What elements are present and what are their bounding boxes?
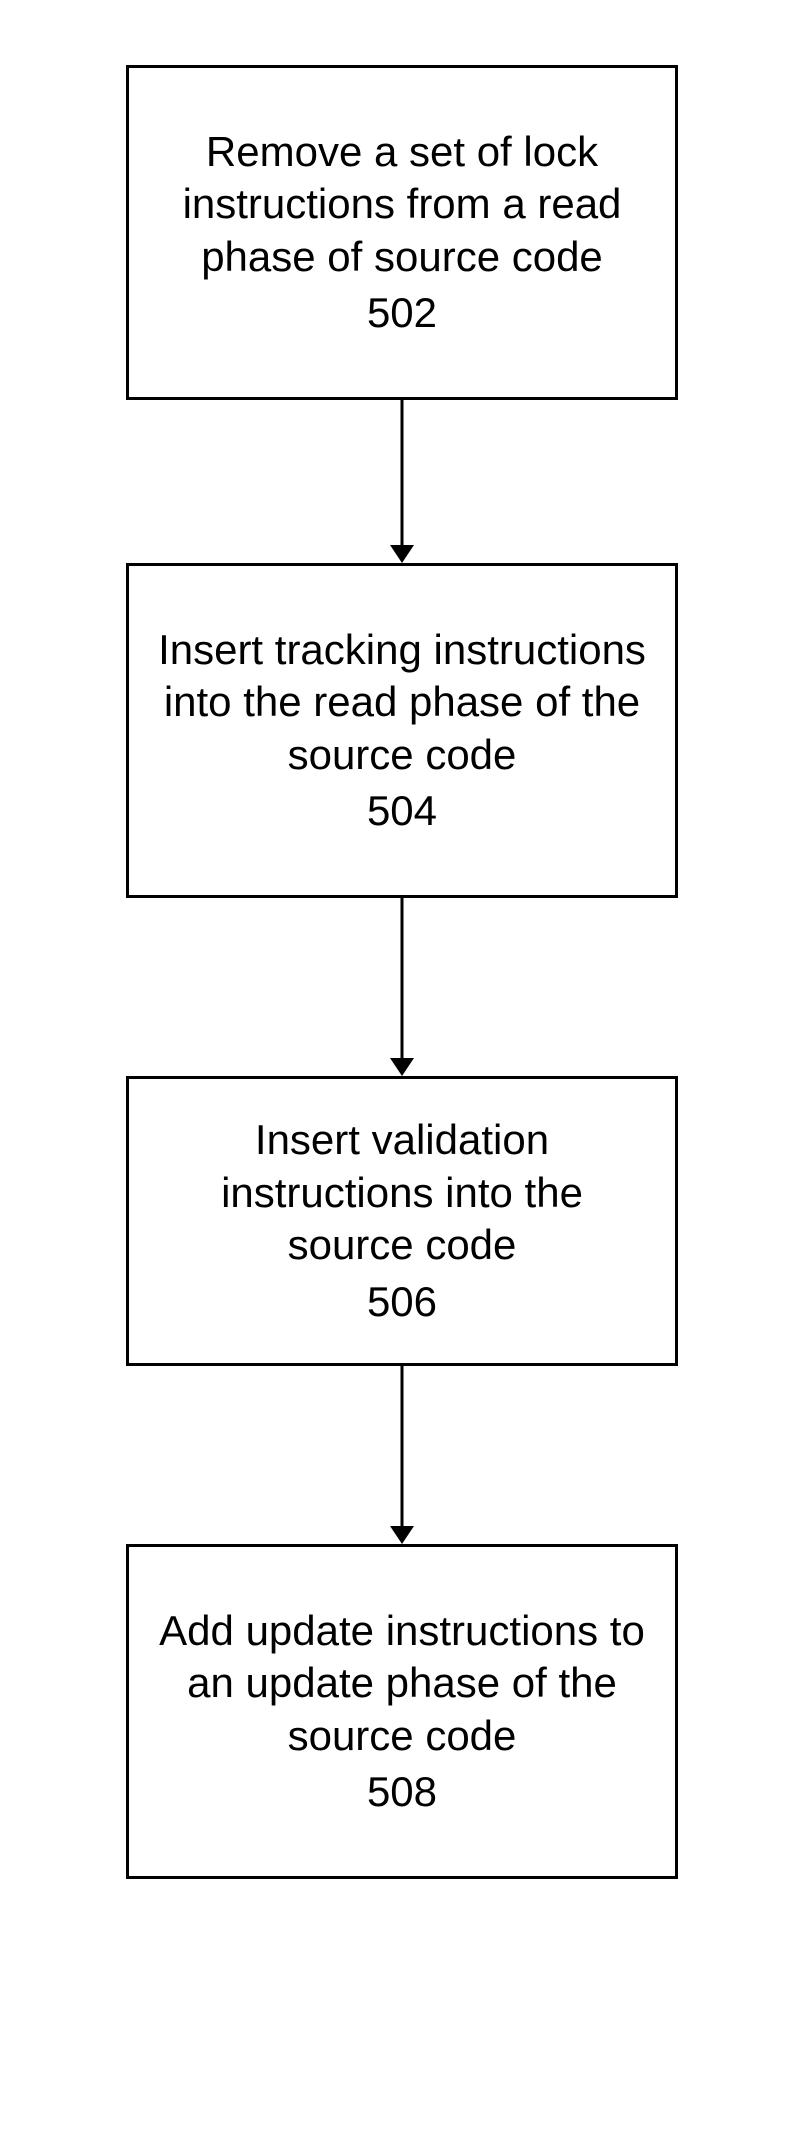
flow-step-502: Remove a set of lock instructions from a… (126, 65, 678, 400)
flow-step-508: Add update instructions to an update pha… (126, 1544, 678, 1879)
flow-step-506: Insert validation instructions into the … (126, 1076, 678, 1366)
flow-arrowhead-icon (390, 1058, 414, 1076)
flow-arrow (401, 400, 404, 545)
flow-step-number: 504 (367, 785, 437, 838)
flow-step-text: Insert tracking instructions into the re… (153, 624, 651, 782)
flow-step-number: 502 (367, 287, 437, 340)
flowchart-container: Remove a set of lock instructions from a… (0, 0, 804, 2133)
flow-step-text: Remove a set of lock instructions from a… (153, 126, 651, 284)
flow-step-number: 506 (367, 1276, 437, 1329)
flow-arrow (401, 1366, 404, 1526)
flow-step-text: Insert validation instructions into the … (153, 1114, 651, 1272)
flow-step-504: Insert tracking instructions into the re… (126, 563, 678, 898)
flow-arrow (401, 898, 404, 1058)
flow-step-text: Add update instructions to an update pha… (153, 1605, 651, 1763)
flow-step-number: 508 (367, 1766, 437, 1819)
flow-arrowhead-icon (390, 1526, 414, 1544)
flow-arrowhead-icon (390, 545, 414, 563)
